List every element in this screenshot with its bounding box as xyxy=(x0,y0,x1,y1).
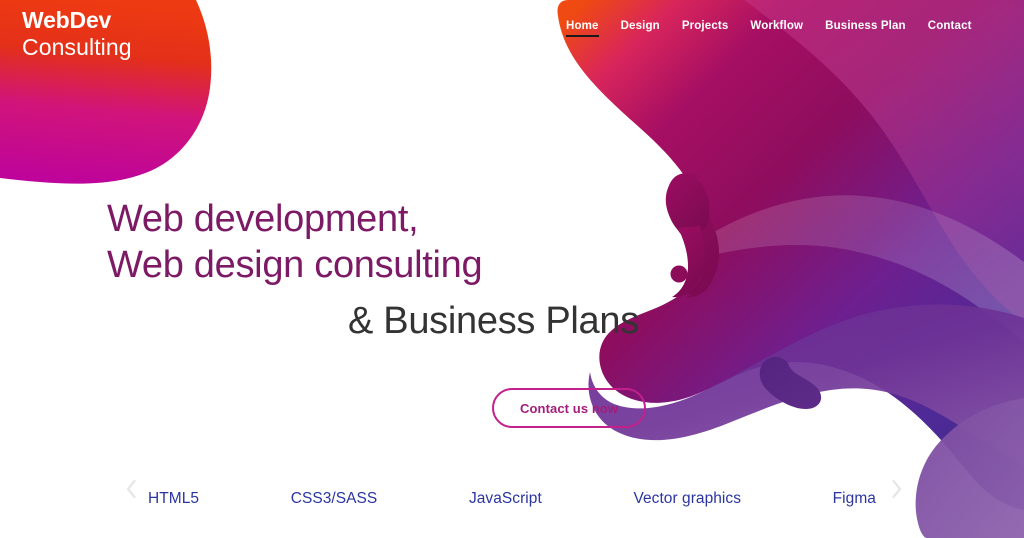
hero-heading: Web development, Web design consulting &… xyxy=(0,196,660,344)
nav-item-business-plan[interactable]: Business Plan xyxy=(825,20,906,37)
carousel-prev-button[interactable] xyxy=(118,476,144,502)
cta-container: Contact us now xyxy=(492,388,647,428)
carousel-item-css3-sass[interactable]: CSS3/SASS xyxy=(291,490,378,508)
nav-item-contact[interactable]: Contact xyxy=(928,20,972,37)
carousel-item-html5[interactable]: HTML5 xyxy=(148,490,199,508)
nav-item-projects[interactable]: Projects xyxy=(682,20,729,37)
hero-page: WebDev Consulting Home Design Projects W… xyxy=(0,0,1024,538)
brand-name-secondary: Consulting xyxy=(22,33,132,60)
chevron-right-icon xyxy=(892,479,902,499)
brand-logo[interactable]: WebDev Consulting xyxy=(22,8,132,60)
nav-item-home[interactable]: Home xyxy=(566,20,599,37)
brand-name-primary: WebDev xyxy=(22,7,112,33)
carousel-track: HTML5 CSS3/SASS JavaScript Vector graphi… xyxy=(148,490,876,508)
hero-line-3: & Business Plans xyxy=(348,299,639,342)
hero-line-2: Web design consulting xyxy=(107,244,483,287)
hero-line-1: Web development, xyxy=(107,198,419,240)
dot-accent xyxy=(670,265,688,283)
carousel-item-figma[interactable]: Figma xyxy=(833,490,876,508)
chevron-left-icon xyxy=(126,479,136,499)
carousel-item-vector-graphics[interactable]: Vector graphics xyxy=(633,490,741,508)
contact-us-button[interactable]: Contact us now xyxy=(492,388,647,428)
nav-item-design[interactable]: Design xyxy=(621,20,660,37)
carousel-next-button[interactable] xyxy=(884,476,910,502)
nav-item-workflow[interactable]: Workflow xyxy=(750,20,803,37)
main-navigation: Home Design Projects Workflow Business P… xyxy=(566,20,972,37)
skills-carousel: HTML5 CSS3/SASS JavaScript Vector graphi… xyxy=(0,474,1024,538)
carousel-item-javascript[interactable]: JavaScript xyxy=(469,490,542,508)
